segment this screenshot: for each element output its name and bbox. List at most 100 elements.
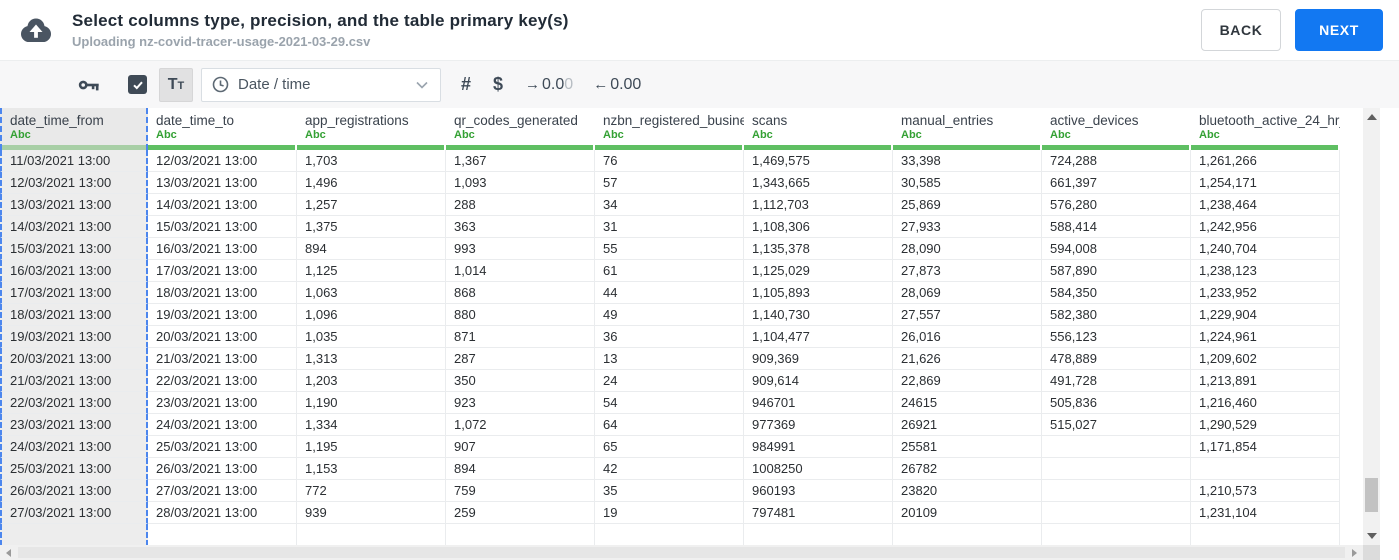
table-cell[interactable]: 27,933 [893,216,1042,238]
table-cell[interactable]: 1,238,123 [1191,260,1340,282]
table-cell[interactable]: 16/03/2021 13:00 [148,238,297,260]
table-cell[interactable]: 13/03/2021 13:00 [0,194,148,216]
table-cell[interactable]: 26/03/2021 13:00 [148,458,297,480]
table-cell[interactable]: 25/03/2021 13:00 [0,458,148,480]
table-cell[interactable]: 1,014 [446,260,595,282]
table-cell[interactable]: 1,171,854 [1191,436,1340,458]
table-cell[interactable]: 18/03/2021 13:00 [0,304,148,326]
table-cell[interactable]: 1,703 [297,150,446,172]
table-cell[interactable]: 23/03/2021 13:00 [0,414,148,436]
vertical-scrollbar[interactable] [1363,108,1380,545]
table-cell[interactable]: 478,889 [1042,348,1191,370]
scroll-left-icon[interactable] [6,549,11,557]
table-cell[interactable]: 13/03/2021 13:00 [148,172,297,194]
table-cell[interactable]: 1,496 [297,172,446,194]
table-cell[interactable]: 1,093 [446,172,595,194]
table-cell[interactable]: 1,125 [297,260,446,282]
table-cell[interactable]: 1,203 [297,370,446,392]
table-cell[interactable]: 17/03/2021 13:00 [0,282,148,304]
table-cell[interactable]: 880 [446,304,595,326]
table-cell[interactable]: 960193 [744,480,893,502]
table-cell[interactable]: 1,334 [297,414,446,436]
table-cell[interactable]: 1,108,306 [744,216,893,238]
table-cell[interactable]: 22,869 [893,370,1042,392]
table-cell[interactable]: 11/03/2021 13:00 [0,150,148,172]
table-cell[interactable]: 1,240,704 [1191,238,1340,260]
table-cell[interactable]: 13 [595,348,744,370]
table-cell[interactable]: 1,195 [297,436,446,458]
table-cell[interactable]: 17/03/2021 13:00 [148,260,297,282]
table-cell[interactable]: 939 [297,502,446,524]
table-cell[interactable]: 587,890 [1042,260,1191,282]
table-cell[interactable]: 1,469,575 [744,150,893,172]
table-cell[interactable]: 35 [595,480,744,502]
table-cell[interactable]: 15/03/2021 13:00 [148,216,297,238]
table-cell[interactable]: 576,280 [1042,194,1191,216]
table-cell[interactable]: 1,140,730 [744,304,893,326]
table-cell[interactable] [1042,436,1191,458]
number-type-button[interactable]: # [461,74,471,95]
table-cell[interactable]: 28,090 [893,238,1042,260]
table-cell[interactable]: 724,288 [1042,150,1191,172]
table-cell[interactable]: 984991 [744,436,893,458]
table-cell[interactable]: 1,105,893 [744,282,893,304]
table-cell[interactable]: 20/03/2021 13:00 [0,348,148,370]
table-cell[interactable] [1042,524,1191,545]
table-cell[interactable]: 26/03/2021 13:00 [0,480,148,502]
table-cell[interactable]: 27,557 [893,304,1042,326]
table-cell[interactable] [297,524,446,545]
table-cell[interactable]: 14/03/2021 13:00 [148,194,297,216]
primary-key-button[interactable] [78,74,102,96]
table-cell[interactable]: 21/03/2021 13:00 [148,348,297,370]
column-header-manual_entries[interactable]: manual_entries Abc [893,108,1042,150]
table-cell[interactable]: 1,261,266 [1191,150,1340,172]
table-cell[interactable]: 1,343,665 [744,172,893,194]
table-cell[interactable]: 14/03/2021 13:00 [0,216,148,238]
column-header-app_registrations[interactable]: app_registrations Abc [297,108,446,150]
table-cell[interactable]: 24 [595,370,744,392]
table-cell[interactable]: 76 [595,150,744,172]
table-cell[interactable]: 27/03/2021 13:00 [148,480,297,502]
table-cell[interactable]: 977369 [744,414,893,436]
scroll-right-icon[interactable] [1352,549,1357,557]
table-cell[interactable] [446,524,595,545]
table-cell[interactable]: 1,153 [297,458,446,480]
table-cell[interactable] [1191,524,1340,545]
table-cell[interactable]: 661,397 [1042,172,1191,194]
table-cell[interactable]: 923 [446,392,595,414]
table-cell[interactable]: 26921 [893,414,1042,436]
table-cell[interactable]: 363 [446,216,595,238]
table-cell[interactable]: 20/03/2021 13:00 [148,326,297,348]
table-cell[interactable] [0,524,148,545]
table-cell[interactable]: 993 [446,238,595,260]
column-header-nzbn_registered_busine[interactable]: nzbn_registered_busine Abc [595,108,744,150]
table-cell[interactable]: 26,016 [893,326,1042,348]
table-cell[interactable]: 26782 [893,458,1042,480]
table-cell[interactable]: 1,238,464 [1191,194,1340,216]
table-cell[interactable]: 505,836 [1042,392,1191,414]
table-cell[interactable]: 350 [446,370,595,392]
table-cell[interactable]: 584,350 [1042,282,1191,304]
column-header-date_time_from[interactable]: date_time_from Abc [0,108,148,150]
table-cell[interactable]: 28/03/2021 13:00 [148,502,297,524]
table-cell[interactable]: 12/03/2021 13:00 [0,172,148,194]
table-cell[interactable]: 23/03/2021 13:00 [148,392,297,414]
table-cell[interactable] [1191,458,1340,480]
table-cell[interactable]: 1,242,956 [1191,216,1340,238]
horizontal-scrollbar[interactable] [0,545,1363,560]
column-header-bluetooth_active_24_hr_[interactable]: bluetooth_active_24_hr_ Abc [1191,108,1340,150]
table-cell[interactable]: 16/03/2021 13:00 [0,260,148,282]
table-cell[interactable]: 1,063 [297,282,446,304]
back-button[interactable]: BACK [1201,9,1281,51]
currency-type-button[interactable]: $ [493,74,503,95]
table-cell[interactable]: 42 [595,458,744,480]
table-cell[interactable]: 907 [446,436,595,458]
table-cell[interactable]: 15/03/2021 13:00 [0,238,148,260]
table-cell[interactable] [1042,502,1191,524]
table-cell[interactable]: 34 [595,194,744,216]
table-cell[interactable]: 1,104,477 [744,326,893,348]
table-cell[interactable]: 12/03/2021 13:00 [148,150,297,172]
table-cell[interactable]: 594,008 [1042,238,1191,260]
table-cell[interactable]: 64 [595,414,744,436]
table-cell[interactable]: 21/03/2021 13:00 [0,370,148,392]
